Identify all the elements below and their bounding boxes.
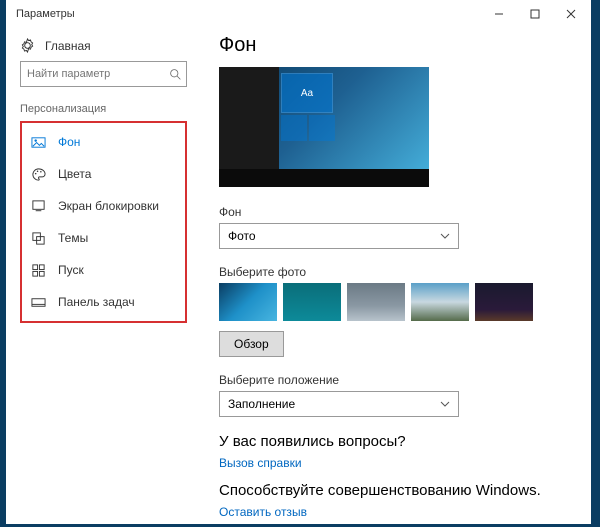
chevron-down-icon xyxy=(440,399,450,409)
nav-label: Панель задач xyxy=(58,295,135,309)
nav-item-taskbar[interactable]: Панель задач xyxy=(22,286,185,318)
palette-icon xyxy=(30,166,46,182)
page-title: Фон xyxy=(219,34,573,57)
maximize-button[interactable] xyxy=(517,0,553,28)
nav-item-lockscreen[interactable]: Экран блокировки xyxy=(22,190,185,222)
nav-label: Пуск xyxy=(58,263,84,277)
search-input[interactable] xyxy=(27,68,169,80)
start-icon xyxy=(30,262,46,278)
gear-icon xyxy=(20,38,35,53)
highlighted-nav-group: Фон Цвета Экран блокировки Темы Пуск xyxy=(20,121,187,323)
desktop-preview: Aa xyxy=(219,67,429,187)
preview-tile xyxy=(281,115,307,141)
close-button[interactable] xyxy=(553,0,589,28)
window-title: Параметры xyxy=(16,8,481,20)
nav-item-start[interactable]: Пуск xyxy=(22,254,185,286)
nav-label: Фон xyxy=(58,135,80,149)
fit-select[interactable]: Заполнение xyxy=(219,391,459,417)
improve-heading: Способствуйте совершенствованию Windows. xyxy=(219,482,573,499)
background-select[interactable]: Фото xyxy=(219,223,459,249)
titlebar: Параметры xyxy=(6,0,591,28)
browse-button[interactable]: Обзор xyxy=(219,331,284,357)
main-panel: Фон Aa Фон Фото Выберите фото О xyxy=(201,28,591,524)
search-icon xyxy=(169,68,182,81)
sidebar: Главная Персонализация Фон Цвета xyxy=(6,28,201,524)
preview-taskbar xyxy=(219,169,429,187)
photo-thumb[interactable] xyxy=(283,283,341,321)
preview-tile-sample: Aa xyxy=(281,73,333,113)
photo-thumb[interactable] xyxy=(411,283,469,321)
questions-heading: У вас появились вопросы? xyxy=(219,433,573,450)
background-label: Фон xyxy=(219,205,573,219)
themes-icon xyxy=(30,230,46,246)
nav-item-themes[interactable]: Темы xyxy=(22,222,185,254)
photo-thumbnails xyxy=(219,283,573,321)
nav-item-colors[interactable]: Цвета xyxy=(22,158,185,190)
chevron-down-icon xyxy=(440,231,450,241)
select-value: Фото xyxy=(228,229,256,243)
fit-label: Выберите положение xyxy=(219,373,573,387)
help-link[interactable]: Вызов справки xyxy=(219,456,573,470)
feedback-link[interactable]: Оставить отзыв xyxy=(219,505,573,519)
section-label: Персонализация xyxy=(20,103,187,115)
nav-item-background[interactable]: Фон xyxy=(22,126,185,158)
photo-thumb[interactable] xyxy=(347,283,405,321)
picture-icon xyxy=(30,134,46,150)
content-area: Главная Персонализация Фон Цвета xyxy=(6,28,591,524)
nav-label: Темы xyxy=(58,231,88,245)
nav-label: Экран блокировки xyxy=(58,199,159,213)
choose-photo-label: Выберите фото xyxy=(219,265,573,279)
home-label: Главная xyxy=(45,39,91,53)
nav-label: Цвета xyxy=(58,167,91,181)
settings-window: Параметры Главная Персонализация xyxy=(6,0,591,524)
home-link[interactable]: Главная xyxy=(20,34,187,61)
preview-tile xyxy=(309,115,335,141)
search-input-container[interactable] xyxy=(20,61,187,87)
minimize-button[interactable] xyxy=(481,0,517,28)
window-controls xyxy=(481,0,589,28)
lockscreen-icon xyxy=(30,198,46,214)
photo-thumb[interactable] xyxy=(475,283,533,321)
select-value: Заполнение xyxy=(228,397,295,411)
taskbar-icon xyxy=(30,294,46,310)
photo-thumb[interactable] xyxy=(219,283,277,321)
